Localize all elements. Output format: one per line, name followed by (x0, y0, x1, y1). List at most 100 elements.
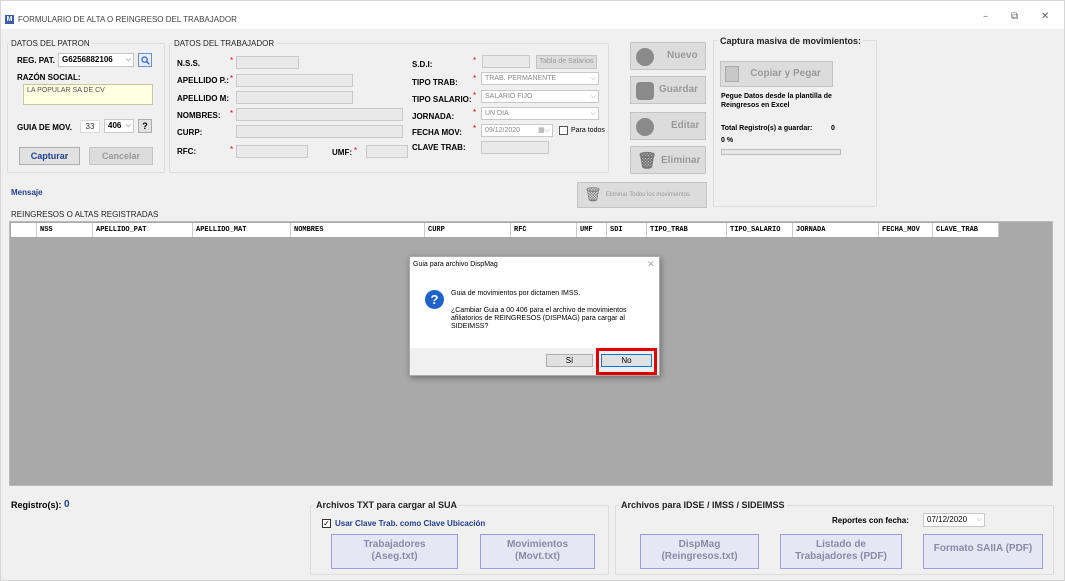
col-sdi[interactable]: SDI (607, 223, 647, 237)
apellido-p-input[interactable] (236, 74, 353, 87)
eliminar-todos-button[interactable]: 🗑 Eliminar Todos los movimientos (577, 182, 707, 208)
umf-input[interactable] (366, 145, 408, 158)
col-fecha-mov[interactable]: FECHA_MOV (879, 223, 933, 237)
usar-clave-checkbox[interactable]: ✓ (322, 519, 331, 528)
trabajadores-sub: (Aseg.txt) (371, 551, 418, 562)
trabajadores-label: Trabajadores (363, 539, 426, 550)
dialog-title: Guia para archivo DispMag (413, 261, 498, 268)
tabla-salarios-button[interactable]: Tabla de Salarios (536, 55, 597, 69)
listado-button[interactable]: Listado de Trabajadores (PDF) (780, 534, 902, 569)
nombres-input[interactable] (236, 108, 403, 121)
dispmag-label: DispMag (678, 539, 721, 550)
col-tipo-salario[interactable]: TIPO_SALARIO (727, 223, 793, 237)
registros-label: Registro(s): (11, 500, 62, 510)
cancelar-button[interactable]: Cancelar (89, 147, 153, 165)
rfc-input[interactable] (236, 145, 308, 158)
trash-icon: 🗑 (637, 151, 658, 170)
guardar-button[interactable]: Guardar (630, 76, 706, 104)
chevron-down-icon: ⌵ (125, 56, 131, 63)
chevron-down-icon: ⌵ (590, 93, 596, 100)
razon-social-field: LA POPULAR SA DE CV (23, 84, 153, 105)
col-clave-trab[interactable]: CLAVE_TRAB (933, 223, 999, 237)
sdi-input[interactable] (482, 55, 530, 68)
question-icon: ? (425, 290, 444, 309)
row-header (11, 223, 37, 237)
window-title: FORMULARIO DE ALTA O REINGRESO DEL TRABA… (18, 15, 237, 24)
main-window: M FORMULARIO DE ALTA O REINGRESO DEL TRA… (0, 0, 1065, 581)
yes-button[interactable]: Sí (546, 354, 593, 367)
reportes-date-picker[interactable]: 07/12/2020 ⌵ (923, 513, 985, 527)
dialog-close-icon[interactable]: ✕ (647, 259, 655, 270)
capturar-button[interactable]: Capturar (19, 147, 80, 165)
search-button[interactable] (138, 53, 152, 67)
apellido-p-label: APELLIDO P.: (177, 76, 229, 85)
umf-label: UMF: (332, 148, 352, 157)
save-icon (636, 82, 654, 100)
edit-icon (636, 118, 654, 136)
nuevo-button[interactable]: Nuevo (630, 42, 706, 70)
curp-input[interactable] (236, 125, 403, 138)
col-nss[interactable]: NSS (37, 223, 93, 237)
percent-text: 0 % (721, 137, 734, 144)
movimientos-button[interactable]: Movimientos (Movt.txt) (480, 534, 595, 569)
nss-label: N.S.S. (177, 59, 201, 68)
sdi-label: S.D.I: (412, 60, 433, 69)
guia-select[interactable]: 406 ⌵ (104, 119, 134, 133)
col-umf[interactable]: UMF (577, 223, 607, 237)
progress-bar (721, 149, 841, 155)
nss-input[interactable] (236, 56, 299, 69)
restore-icon[interactable]: ⧉ (1011, 11, 1018, 22)
listado-label: Listado de (815, 539, 866, 550)
title-bar: M FORMULARIO DE ALTA O REINGRESO DEL TRA… (1, 1, 1064, 29)
trash-icon: 🗑 (584, 187, 602, 203)
guia-number-field: 33 (80, 120, 100, 133)
user-add-icon (636, 48, 654, 66)
help-button[interactable]: ? (138, 119, 152, 133)
required-mark: * (473, 108, 477, 117)
confirm-dialog: Guia para archivo DispMag ✕ ? Guia de mo… (409, 256, 660, 376)
para-todos-checkbox[interactable] (559, 126, 568, 135)
dispmag-button[interactable]: DispMag (Reingresos.txt) (640, 534, 759, 569)
dispmag-sub: (Reingresos.txt) (661, 551, 738, 562)
nombres-label: NOMBRES: (177, 111, 221, 120)
clipboard-icon (725, 66, 739, 82)
movimientos-sub: (Movt.txt) (515, 551, 560, 562)
required-mark: * (473, 56, 477, 65)
required-mark: * (473, 91, 477, 100)
captura-description: Pegue Datos desde la plantilla de Reingr… (721, 93, 832, 109)
chevron-down-icon: ⌵ (590, 110, 596, 117)
apellido-m-label: APELLIDO M: (177, 94, 229, 103)
editar-button[interactable]: Editar (630, 112, 706, 140)
trabajadores-button[interactable]: Trabajadores (Aseg.txt) (331, 534, 458, 569)
dialog-line2: ¿Cambiar Guia a 00 406 para el archivo d… (451, 307, 627, 330)
copiar-pegar-button[interactable]: Copiar y Pegar (720, 61, 833, 87)
registros-value: 0 (64, 499, 70, 510)
tipo-salario-select[interactable]: SALARIO FIJO ⌵ (481, 90, 599, 103)
calendar-icon: ▦⌵ (538, 127, 550, 134)
close-icon[interactable]: ✕ (1041, 11, 1049, 22)
minimize-icon[interactable]: – (983, 11, 988, 22)
col-rfc[interactable]: RFC (511, 223, 577, 237)
captura-title: Captura masiva de movimientos: (718, 36, 864, 46)
fecha-mov-label: FECHA MOV: (412, 128, 462, 137)
col-apellido-mat[interactable]: APELLIDO_MAT (193, 223, 291, 237)
col-nombres[interactable]: NOMBRES (291, 223, 425, 237)
eliminar-todos-label: Eliminar Todos los movimientos (606, 192, 690, 198)
eliminar-button[interactable]: 🗑 Eliminar (630, 146, 706, 174)
razon-social-label: RAZÓN SOCIAL: (17, 73, 81, 82)
clave-trab-input[interactable] (481, 141, 549, 154)
jornada-select[interactable]: UN DIA ⌵ (481, 107, 599, 120)
col-tipo-trab[interactable]: TIPO_TRAB (647, 223, 727, 237)
no-button[interactable]: No (601, 354, 652, 367)
col-apellido-pat[interactable]: APELLIDO_PAT (93, 223, 193, 237)
col-jornada[interactable]: JORNADA (793, 223, 879, 237)
fecha-mov-picker[interactable]: 09/12/2020 ▦⌵ (481, 124, 553, 137)
search-icon (140, 56, 150, 65)
idse-title: Archivos para IDSE / IMSS / SIDEIMSS (619, 500, 787, 510)
reg-pat-select[interactable]: G6256882106 ⌵ (58, 53, 134, 67)
formato-saiia-button[interactable]: Formato SAIIA (PDF) (923, 534, 1043, 569)
tipo-trab-select[interactable]: TRAB. PERMANENTE ⌵ (481, 72, 599, 85)
apellido-m-input[interactable] (236, 91, 353, 104)
col-curp[interactable]: CURP (425, 223, 511, 237)
listado-sub: Trabajadores (PDF) (795, 551, 887, 562)
